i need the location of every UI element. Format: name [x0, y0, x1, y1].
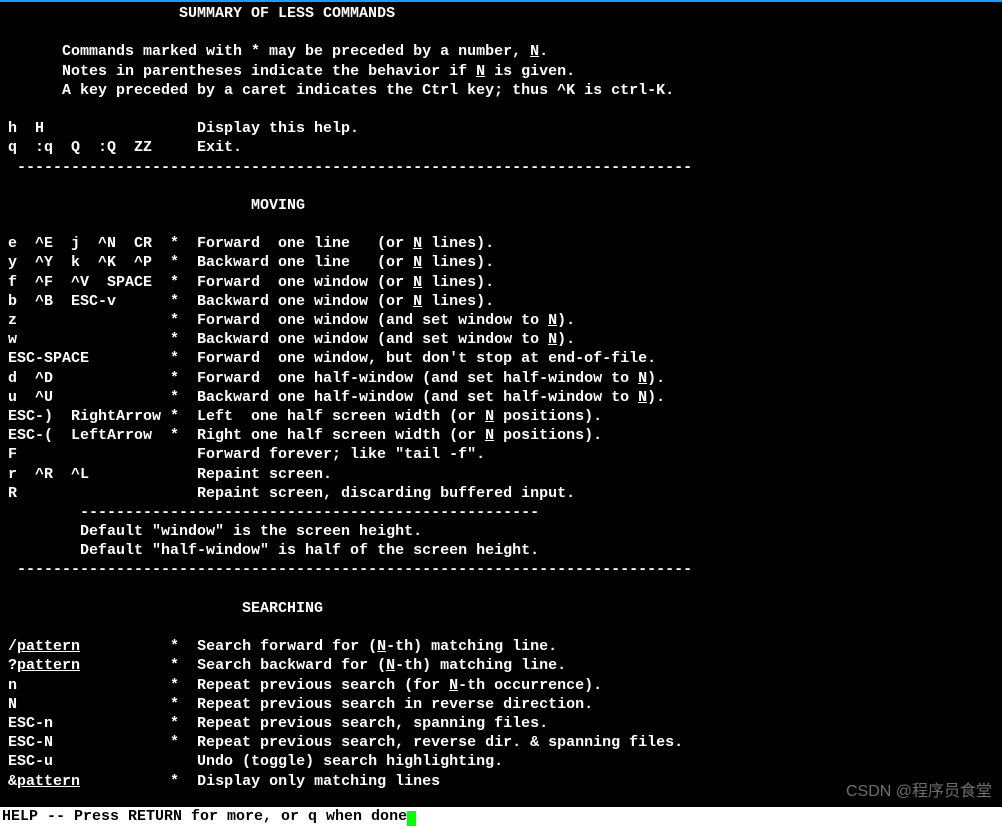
row: &pattern * Display only matching lines — [8, 773, 440, 790]
row: ESC-N * Repeat previous search, reverse … — [8, 734, 683, 751]
row: ESC-u Undo (toggle) search highlighting. — [8, 753, 503, 770]
row: ?pattern * Search backward for (N-th) ma… — [8, 657, 566, 674]
row: z * Forward one window (and set window t… — [8, 312, 575, 329]
row: f ^F ^V SPACE * Forward one window (or N… — [8, 274, 494, 291]
section-summary: SUMMARY OF LESS COMMANDS Commands marked… — [8, 5, 674, 99]
section-moving: MOVING — [8, 197, 305, 214]
watermark: CSDN @程序员食堂 — [846, 782, 992, 802]
row: u ^U * Backward one half-window (and set… — [8, 389, 665, 406]
window-top-border — [0, 0, 1002, 2]
row: n * Repeat previous search (for N-th occ… — [8, 677, 602, 694]
row: d ^D * Forward one half-window (and set … — [8, 370, 665, 387]
divider: ----------------------------------------… — [8, 159, 692, 176]
row: b ^B ESC-v * Backward one window (or N l… — [8, 293, 494, 310]
row: e ^E j ^N CR * Forward one line (or N li… — [8, 235, 494, 252]
status-line[interactable]: HELP -- Press RETURN for more, or q when… — [0, 807, 1002, 826]
row: ESC-n * Repeat previous search, spanning… — [8, 715, 548, 732]
status-text: HELP -- Press RETURN for more, or q when… — [2, 808, 407, 825]
row: ESC-( LeftArrow * Right one half screen … — [8, 427, 602, 444]
cursor — [407, 811, 416, 826]
row: /pattern * Search forward for (N-th) mat… — [8, 638, 557, 655]
row: F Forward forever; like "tail -f". — [8, 446, 485, 463]
row: ESC-SPACE * Forward one window, but don'… — [8, 350, 656, 367]
row: y ^Y k ^K ^P * Backward one line (or N l… — [8, 254, 494, 271]
row: w * Backward one window (and set window … — [8, 331, 575, 348]
row: R Repaint screen, discarding buffered in… — [8, 485, 575, 502]
divider: ----------------------------------------… — [8, 561, 692, 578]
row: r ^R ^L Repaint screen. — [8, 466, 332, 483]
section-searching: SEARCHING — [8, 600, 323, 617]
help-content: SUMMARY OF LESS COMMANDS Commands marked… — [8, 4, 1002, 791]
row: N * Repeat previous search in reverse di… — [8, 696, 593, 713]
row: ESC-) RightArrow * Left one half screen … — [8, 408, 602, 425]
row-exit: q :q Q :Q ZZ Exit. — [8, 139, 242, 156]
terminal-viewport[interactable]: { "header": { "title": "SUMMARY OF LESS … — [0, 0, 1002, 826]
row-help: h H Display this help. — [8, 120, 359, 137]
